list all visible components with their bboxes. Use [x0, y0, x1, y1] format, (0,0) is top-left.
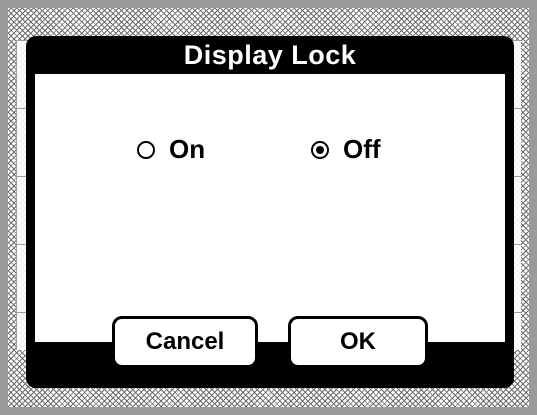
dialog-title: Display Lock — [183, 39, 357, 70]
ok-button[interactable]: OK — [288, 316, 428, 368]
radio-label-off: Off — [343, 134, 381, 164]
dialog-button-bar — [26, 342, 514, 388]
display-lock-dialog: Display Lock On Off Cancel OK — [26, 36, 514, 388]
radio-option-off[interactable]: Off — [311, 134, 381, 165]
radio-unselected-icon[interactable] — [137, 140, 155, 159]
cancel-button[interactable]: Cancel — [112, 316, 258, 368]
radio-selected-icon[interactable] — [311, 140, 329, 159]
radio-option-on[interactable]: On — [137, 134, 205, 165]
dialog-content: On Off — [35, 74, 505, 360]
radio-dot-icon — [316, 145, 324, 154]
radio-label-on: On — [169, 134, 206, 164]
